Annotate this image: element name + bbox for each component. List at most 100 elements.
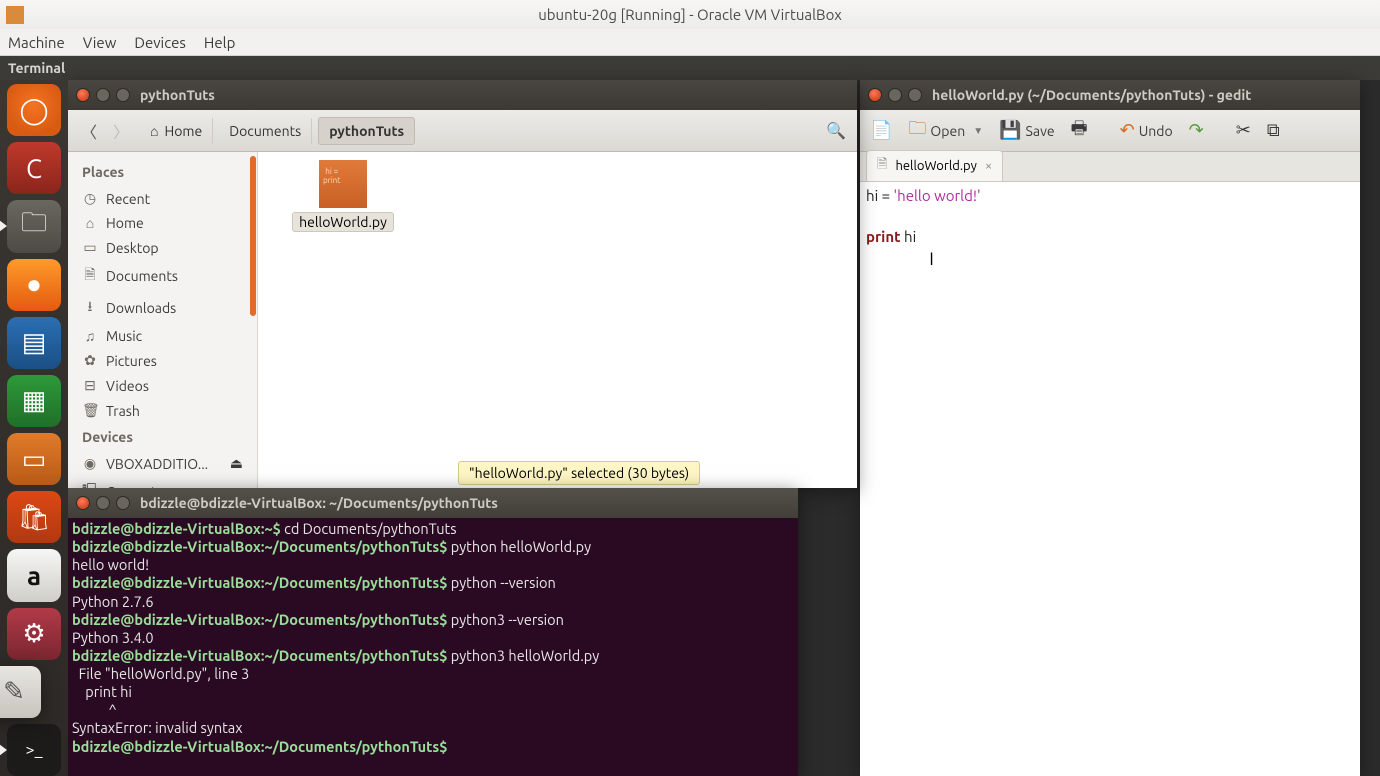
filemgr-statusbar: "helloWorld.py" selected (30 bytes): [458, 461, 700, 485]
gedit-window: helloWorld.py (~/Documents/pythonTuts) -…: [860, 80, 1360, 776]
new-file-button[interactable]: 📄: [866, 117, 896, 144]
active-app-label: Terminal: [8, 60, 65, 76]
launcher-comodo[interactable]: C: [7, 142, 61, 194]
cut-icon: ✂: [1236, 120, 1251, 141]
gedit-title: helloWorld.py (~/Documents/pythonTuts) -…: [932, 87, 1251, 103]
workspace: ◯ C 🗀 ● ▤ ▦ ▭ 🛍 a ⚙ ✎ >_ pythonTuts 〈 〉 …: [0, 80, 1380, 776]
sidebar-device-vboxadditio[interactable]: ◉VBOXADDITIO...⏏: [68, 451, 257, 476]
place-icon: ⊟: [82, 377, 98, 394]
menu-view[interactable]: View: [83, 34, 117, 51]
sidebar-item-downloads[interactable]: ⭳Downloads: [68, 292, 257, 324]
back-button[interactable]: 〈: [76, 118, 102, 144]
filemgr-content[interactable]: helloWorld.py "helloWorld.py" selected (…: [258, 152, 857, 488]
undo-button[interactable]: ↶Undo: [1116, 117, 1177, 144]
place-icon: ⭳: [82, 296, 98, 320]
terminal-title: bdizzle@bdizzle-VirtualBox: ~/Documents/…: [140, 495, 498, 511]
chevron-down-icon: ▼: [973, 125, 983, 137]
print-icon: 🖶: [1071, 116, 1088, 146]
gedit-editor[interactable]: hi = 'hello world!' print hi I: [860, 182, 1360, 776]
tab-label: helloWorld.py: [895, 159, 976, 173]
launcher-settings[interactable]: ⚙: [7, 608, 61, 660]
maximize-icon[interactable]: [116, 88, 130, 102]
terminal-window: bdizzle@bdizzle-VirtualBox: ~/Documents/…: [68, 488, 798, 776]
file-item[interactable]: helloWorld.py: [288, 160, 398, 232]
launcher-files[interactable]: 🗀: [7, 200, 61, 252]
home-icon: ⌂: [150, 123, 158, 139]
menu-devices[interactable]: Devices: [134, 34, 186, 51]
crumb-pythontuts[interactable]: pythonTuts: [318, 117, 415, 145]
ubuntu-top-panel: Terminal: [0, 56, 1380, 80]
copy-button[interactable]: ⧉: [1263, 117, 1284, 144]
launcher-writer[interactable]: ▤: [7, 317, 61, 369]
crumb-documents[interactable]: Documents: [219, 118, 312, 144]
launcher-dash[interactable]: ◯: [7, 84, 61, 136]
place-icon: ✿: [82, 352, 98, 369]
open-button[interactable]: 🗀Open▼: [904, 113, 987, 149]
launcher-terminal[interactable]: >_: [7, 724, 61, 776]
gedit-titlebar[interactable]: helloWorld.py (~/Documents/pythonTuts) -…: [860, 80, 1360, 110]
maximize-icon[interactable]: [116, 496, 130, 510]
python-file-icon: [319, 160, 367, 208]
minimize-icon[interactable]: [96, 88, 110, 102]
forward-button[interactable]: 〉: [108, 118, 134, 144]
crumb-home[interactable]: ⌂Home: [140, 118, 213, 144]
sidebar-item-home[interactable]: ⌂Home: [68, 211, 257, 235]
vbox-menubar: Machine View Devices Help: [0, 29, 1380, 56]
places-header: Places: [68, 158, 257, 186]
filemgr-toolbar: 〈 〉 ⌂Home Documents pythonTuts 🔍: [68, 110, 857, 152]
new-file-icon: 📄: [870, 120, 892, 141]
launcher-firefox[interactable]: ●: [7, 259, 61, 311]
sidebar-item-recent[interactable]: ◷Recent: [68, 186, 257, 211]
gedit-tabbar: 🗎 helloWorld.py ×: [860, 152, 1360, 182]
sidebar-item-music[interactable]: ♫Music: [68, 324, 257, 348]
place-icon: 🗑: [82, 402, 98, 419]
launcher-amazon[interactable]: a: [7, 549, 61, 601]
vbox-icon: [6, 6, 24, 24]
sidebar-item-videos[interactable]: ⊟Videos: [68, 373, 257, 398]
save-button[interactable]: 💾Save: [995, 117, 1059, 144]
folder-icon: 🗀: [908, 116, 926, 146]
gedit-toolbar: 📄 🗀Open▼ 💾Save 🖶 ↶Undo ↷ ✂ ⧉: [860, 110, 1360, 152]
close-icon[interactable]: [868, 88, 882, 102]
file-manager-window: pythonTuts 〈 〉 ⌂Home Documents pythonTut…: [68, 80, 857, 488]
vbox-titlebar: ubuntu-20g [Running] - Oracle VM Virtual…: [0, 0, 1380, 29]
place-icon: ◷: [82, 190, 98, 207]
terminal-body[interactable]: bdizzle@bdizzle-VirtualBox:~$ cd Documen…: [68, 518, 798, 776]
file-icon: 🗎: [877, 155, 887, 177]
terminal-titlebar[interactable]: bdizzle@bdizzle-VirtualBox: ~/Documents/…: [68, 488, 798, 518]
launcher-gedit[interactable]: ✎: [0, 666, 41, 718]
minimize-icon[interactable]: [888, 88, 902, 102]
sidebar-item-desktop[interactable]: ▭Desktop: [68, 235, 257, 260]
filemgr-title: pythonTuts: [140, 87, 215, 103]
launcher-calc[interactable]: ▦: [7, 375, 61, 427]
menu-help[interactable]: Help: [204, 34, 235, 51]
file-name: helloWorld.py: [292, 212, 394, 232]
save-icon: 💾: [999, 120, 1021, 141]
launcher-software[interactable]: 🛍: [7, 491, 61, 543]
menu-machine[interactable]: Machine: [8, 34, 65, 51]
sidebar-scrollbar[interactable]: [250, 156, 256, 316]
launcher-impress[interactable]: ▭: [7, 433, 61, 485]
close-icon[interactable]: [76, 88, 90, 102]
close-icon[interactable]: [76, 496, 90, 510]
vbox-title: ubuntu-20g [Running] - Oracle VM Virtual…: [538, 6, 842, 23]
search-icon[interactable]: 🔍: [823, 118, 849, 144]
sidebar-item-documents[interactable]: 🗎Documents: [68, 260, 257, 292]
eject-icon[interactable]: ⏏: [230, 455, 243, 472]
redo-icon: ↷: [1189, 120, 1204, 141]
sidebar-item-trash[interactable]: 🗑Trash: [68, 398, 257, 423]
place-icon: 🗎: [82, 264, 98, 288]
filemgr-sidebar: Places ◷Recent⌂Home▭Desktop🗎Documents⭳Do…: [68, 152, 258, 488]
redo-button[interactable]: ↷: [1185, 117, 1208, 144]
unity-launcher: ◯ C 🗀 ● ▤ ▦ ▭ 🛍 a ⚙ ✎ >_: [0, 80, 68, 776]
filemgr-titlebar[interactable]: pythonTuts: [68, 80, 857, 110]
place-icon: ♫: [82, 328, 98, 344]
minimize-icon[interactable]: [96, 496, 110, 510]
device-icon: ◉: [82, 455, 98, 472]
tab-helloworld[interactable]: 🗎 helloWorld.py ×: [866, 150, 1003, 181]
tab-close-icon[interactable]: ×: [985, 159, 992, 173]
sidebar-item-pictures[interactable]: ✿Pictures: [68, 348, 257, 373]
maximize-icon[interactable]: [908, 88, 922, 102]
print-button[interactable]: 🖶: [1067, 113, 1092, 149]
cut-button[interactable]: ✂: [1232, 117, 1255, 144]
